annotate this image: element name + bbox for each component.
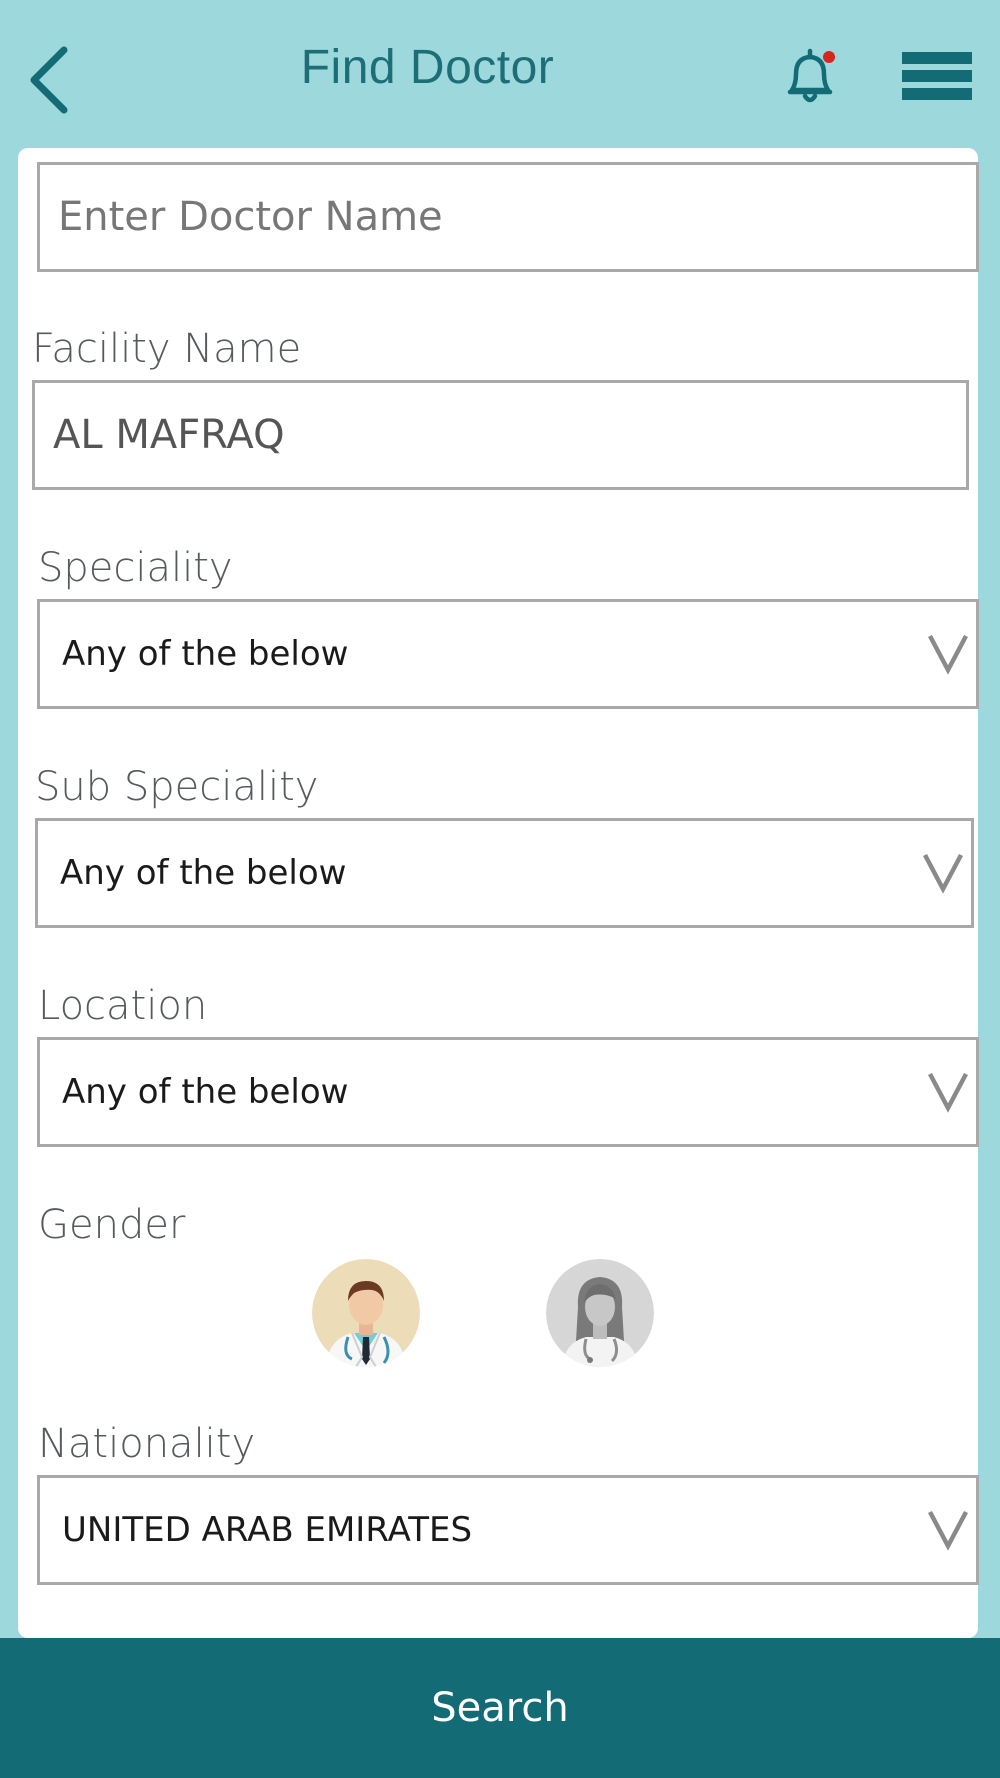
chevron-down-icon [928, 634, 968, 675]
search-form-card: Facility Name Speciality Any of the belo… [18, 148, 979, 1638]
notifications-button[interactable] [782, 46, 838, 108]
female-gender-button[interactable] [546, 1259, 654, 1367]
chevron-down-icon [928, 1510, 968, 1551]
sub-speciality-value: Any of the below [60, 853, 347, 893]
sub-speciality-select[interactable]: Any of the below [35, 818, 974, 928]
menu-button[interactable] [902, 50, 972, 102]
hamburger-menu-icon [902, 52, 972, 100]
doctor-name-field-box [37, 162, 979, 272]
male-gender-button[interactable] [312, 1259, 420, 1367]
female-doctor-avatar [546, 1259, 654, 1367]
search-button[interactable]: Search [0, 1638, 1000, 1778]
sub-speciality-label: Sub Speciality [35, 764, 319, 810]
nationality-select[interactable]: UNITED ARAB EMIRATES [37, 1475, 979, 1585]
location-value: Any of the below [62, 1072, 349, 1112]
page-title: Find Doctor [300, 41, 555, 94]
facility-field-box [32, 380, 969, 490]
location-label: Location [38, 983, 208, 1029]
nationality-label: Nationality [38, 1421, 256, 1467]
location-select[interactable]: Any of the below [37, 1037, 979, 1147]
doctor-name-input[interactable] [40, 165, 976, 269]
chevron-down-icon [928, 1072, 968, 1113]
speciality-select[interactable]: Any of the below [37, 599, 979, 709]
male-doctor-avatar [312, 1259, 420, 1367]
speciality-value: Any of the below [62, 634, 349, 674]
chevron-down-icon [923, 853, 963, 894]
speciality-label: Speciality [38, 545, 233, 591]
gender-label: Gender [38, 1202, 186, 1248]
facility-input[interactable] [35, 383, 966, 487]
nationality-value: UNITED ARAB EMIRATES [62, 1510, 473, 1550]
notification-dot [823, 51, 835, 63]
app-header: Find Doctor [0, 0, 1000, 150]
bell-icon [787, 48, 835, 103]
facility-label: Facility Name [32, 326, 302, 372]
